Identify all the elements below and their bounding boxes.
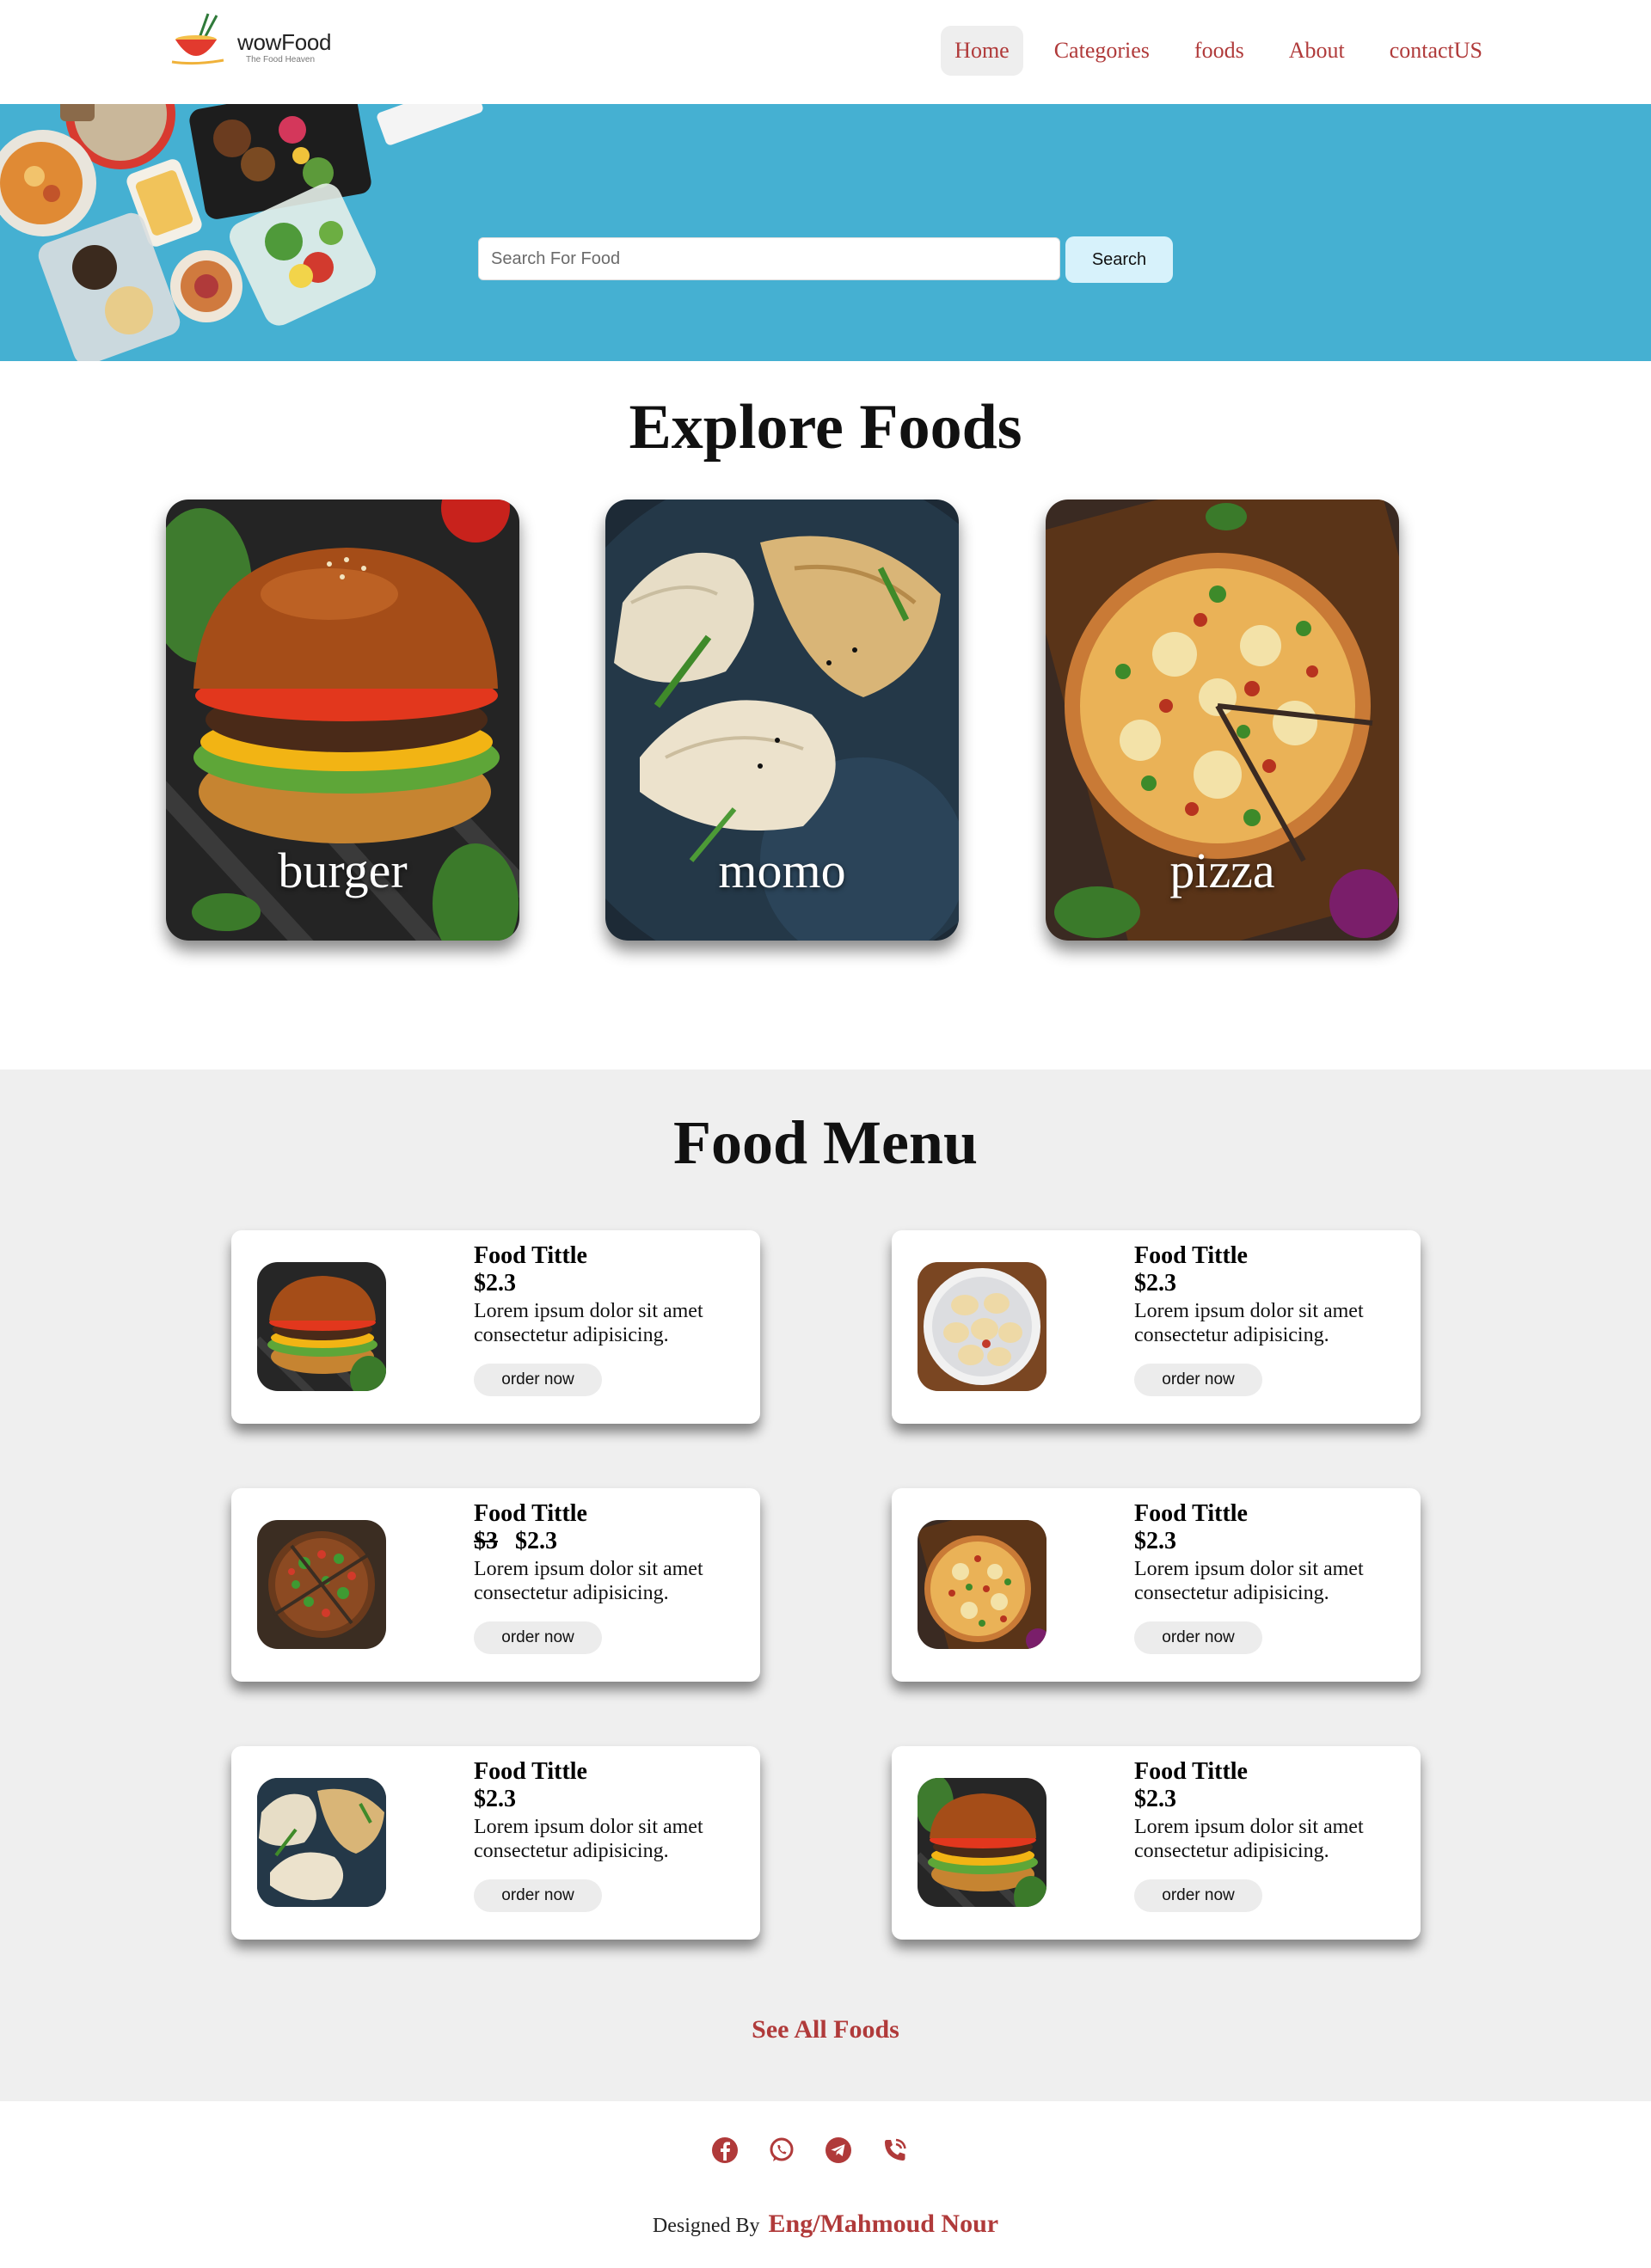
nav-categories[interactable]: Categories [1040,26,1163,76]
food-thumbnail [257,1520,386,1649]
food-title: Food Tittle [1134,1758,1248,1785]
order-now-button[interactable]: order now [474,1879,602,1912]
food-info: Food Tittle $2.3 Lorem ipsum dolor sit a… [474,1758,749,1863]
momo-thumbnail-image [257,1778,386,1907]
food-price: $2.3 [1134,1786,1409,1813]
food-description: Lorem ipsum dolor sit amet consectetur a… [1134,1816,1364,1862]
designed-by-label: Designed By [652,2215,760,2237]
search-button[interactable]: Search [1065,236,1173,283]
food-title: Food Tittle [474,1758,587,1785]
order-now-button[interactable]: order now [1134,1879,1262,1912]
food-price: $3 $2.3 [474,1528,749,1555]
social-links [710,2136,910,2165]
menu-card: Food Tittle $2.3 Lorem ipsum dolor sit a… [892,1488,1421,1682]
food-title: Food Tittle [1134,1500,1248,1527]
whatsapp-icon[interactable] [767,2136,796,2165]
food-title: Food Tittle [474,1242,587,1269]
food-description: Lorem ipsum dolor sit amet consectetur a… [1134,1558,1364,1604]
category-card-pizza[interactable]: pizza [1046,500,1399,941]
order-now-button[interactable]: order now [474,1364,602,1396]
menu-card: Food Tittle $2.3 Lorem ipsum dolor sit a… [231,1746,760,1940]
category-card-burger[interactable]: burger [166,500,519,941]
food-info: Food Tittle $2.3 Lorem ipsum dolor sit a… [474,1242,749,1347]
food-price: $2.3 [474,1270,749,1297]
nav-foods[interactable]: foods [1181,26,1258,76]
food-info: Food Tittle $2.3 Lorem ipsum dolor sit a… [1134,1758,1409,1863]
food-price-value: $2.3 [1134,1786,1176,1812]
nav-home[interactable]: Home [941,26,1023,76]
food-description: Lorem ipsum dolor sit amet consectetur a… [474,1558,703,1604]
phone-icon[interactable] [881,2136,910,2165]
food-price-value: $2.3 [1134,1270,1176,1296]
order-now-button[interactable]: order now [474,1621,602,1654]
food-info: Food Tittle $2.3 Lorem ipsum dolor sit a… [1134,1500,1409,1605]
food-info: Food Tittle $3 $2.3 Lorem ipsum dolor sit… [474,1500,749,1605]
food-thumbnail [918,1520,1046,1649]
menu-card: Food Tittle $3 $2.3 Lorem ipsum dolor sit… [231,1488,760,1682]
food-old-price: $3 [474,1528,498,1554]
brand-tagline: The Food Heaven [246,55,316,64]
facebook-icon[interactable] [710,2136,740,2165]
food-description: Lorem ipsum dolor sit amet consectetur a… [474,1816,703,1862]
brand-logo[interactable]: wowFood The Food Heaven [170,12,342,69]
designer-name[interactable]: Eng/Mahmoud Nour [769,2210,999,2238]
food-info: Food Tittle $2.3 Lorem ipsum dolor sit a… [1134,1242,1409,1347]
brand-name: wowFood [237,29,332,55]
food-thumbnail [257,1262,386,1391]
order-now-button[interactable]: order now [1134,1364,1262,1396]
burger-thumbnail-image [918,1778,1046,1907]
food-thumbnail [257,1778,386,1907]
category-label: burger [278,843,408,898]
telegram-icon[interactable] [824,2136,853,2165]
food-price: $2.3 [474,1786,749,1813]
food-price: $2.3 [1134,1528,1409,1555]
food-price-value: $2.3 [515,1528,557,1554]
food-menu-title: Food Menu [672,1108,979,1177]
order-now-button[interactable]: order now [1134,1621,1262,1654]
food-price-value: $2.3 [474,1270,516,1296]
designer-credit: Designed By Eng/Mahmoud Nour [0,2210,1651,2239]
food-price: $2.3 [1134,1270,1409,1297]
veggie-pizza-thumbnail-image [257,1520,386,1649]
food-thumbnail [918,1778,1046,1907]
see-all-foods-link[interactable]: See All Foods [0,2015,1651,2044]
category-label: momo [718,843,846,898]
food-price-value: $2.3 [474,1786,516,1812]
menu-card: Food Tittle $2.3 Lorem ipsum dolor sit a… [231,1230,760,1424]
food-description: Lorem ipsum dolor sit amet consectetur a… [474,1300,703,1346]
food-containers-illustration [0,104,483,361]
food-title: Food Tittle [1134,1242,1248,1269]
category-label: pizza [1169,843,1275,898]
momo-plate-thumbnail-image [918,1262,1046,1391]
food-thumbnail [918,1262,1046,1391]
burger-thumbnail-image [257,1262,386,1391]
search-input[interactable] [478,237,1060,280]
food-price-value: $2.3 [1134,1528,1176,1554]
menu-card: Food Tittle $2.3 Lorem ipsum dolor sit a… [892,1230,1421,1424]
nav-contact[interactable]: contactUS [1376,26,1496,76]
bowl-logo-icon [171,13,224,65]
food-menu-section: Food Menu Food Tittle $2.3 Lorem ipsum d… [0,1070,1651,2101]
menu-card: Food Tittle $2.3 Lorem ipsum dolor sit a… [892,1746,1421,1940]
explore-foods-title: Explore Foods [629,392,1022,463]
category-card-momo[interactable]: momo [605,500,959,941]
pizza-thumbnail-image [918,1520,1046,1649]
hero-banner: Search [0,104,1651,361]
food-description: Lorem ipsum dolor sit amet consectetur a… [1134,1300,1364,1346]
food-title: Food Tittle [474,1500,587,1527]
main-nav: Home Categories foods About contactUS [941,26,1496,76]
site-header: wowFood The Food Heaven Home Categories … [0,0,1651,104]
site-footer: Designed By Eng/Mahmoud Nour [0,2101,1651,2268]
nav-about[interactable]: About [1275,26,1359,76]
